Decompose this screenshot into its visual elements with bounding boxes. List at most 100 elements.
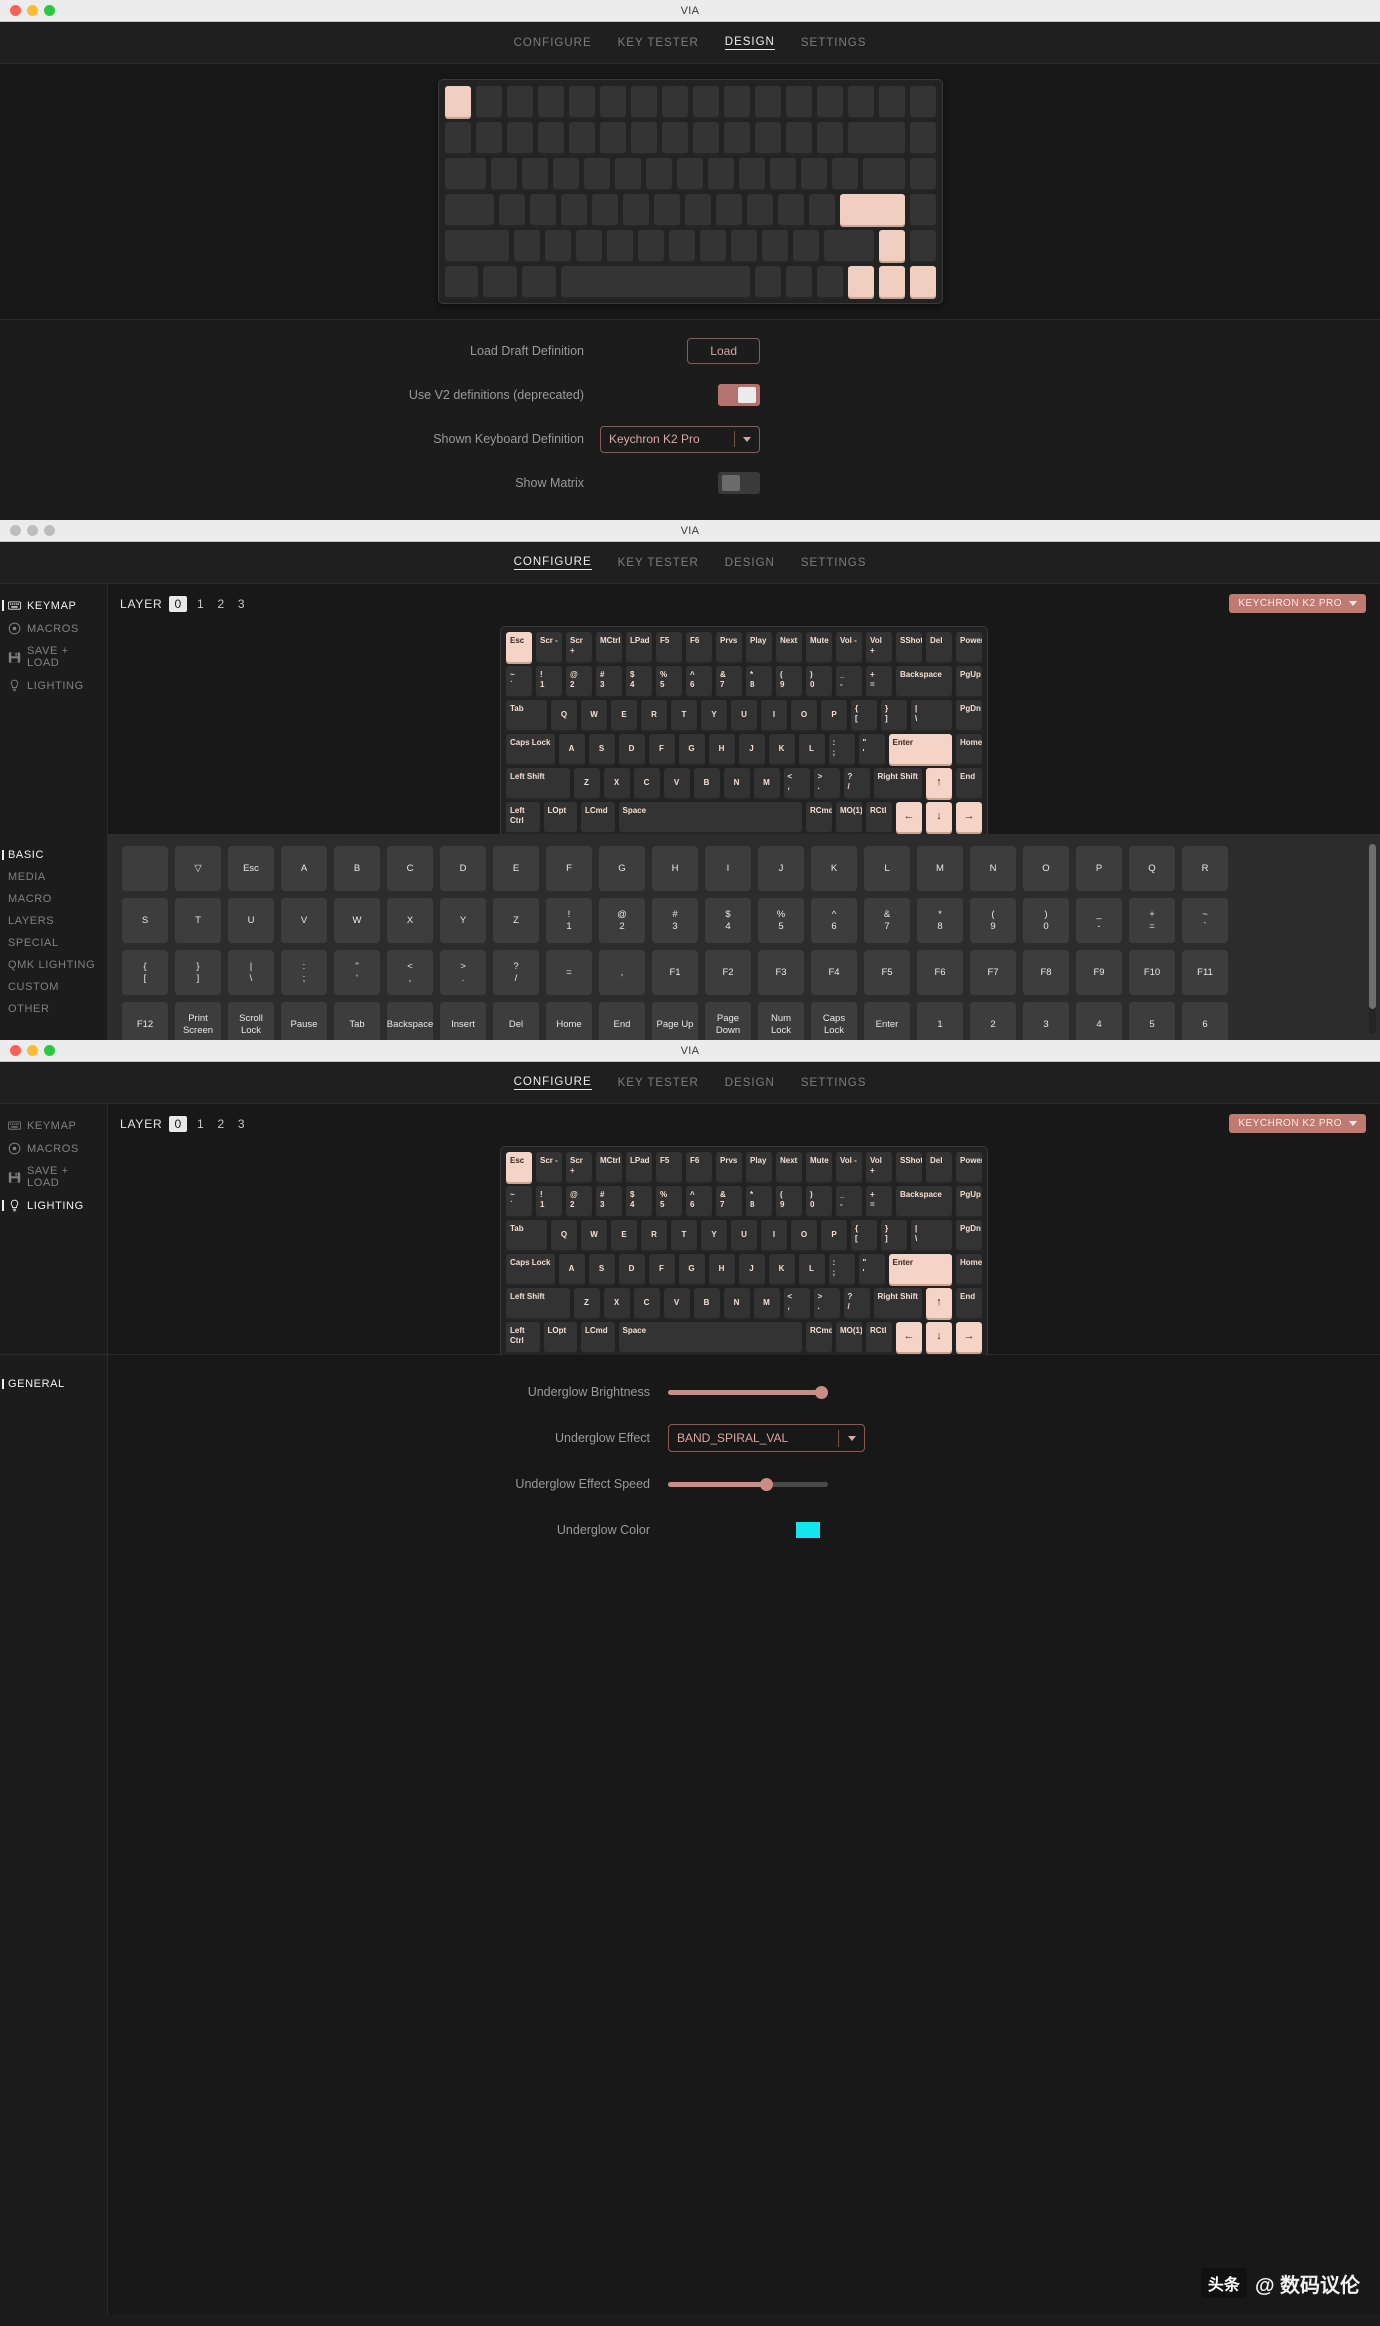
keymap-key[interactable]: & 7 [716, 1186, 742, 1216]
keymap-key[interactable]: $4 [626, 666, 652, 696]
keymap-key[interactable]: A [558, 1254, 585, 1284]
keymap-key[interactable]: Prvs [716, 1152, 742, 1182]
keyboard-key[interactable] [599, 122, 626, 153]
tab-settings[interactable]: SETTINGS [801, 37, 867, 49]
keymap-key[interactable]: SShot [896, 1152, 922, 1182]
keymap-key[interactable]: Caps Lock [506, 734, 555, 764]
keyboard-key[interactable] [816, 122, 843, 153]
keyboard-key[interactable] [522, 158, 548, 189]
keycode-button[interactable]: U [228, 898, 274, 943]
sidebar-item-media[interactable]: MEDIA [0, 866, 107, 888]
keyboard-key-highlighted[interactable] [839, 194, 905, 225]
keyboard-key[interactable] [824, 230, 874, 261]
keycode-button[interactable]: I [705, 846, 751, 891]
keyboard-key[interactable] [816, 266, 843, 297]
keyboard-key[interactable] [847, 122, 905, 153]
show-matrix-toggle[interactable] [718, 472, 760, 494]
keyboard-selector-badge[interactable]: KEYCHRON K2 PRO [1229, 1114, 1366, 1133]
keymap-key[interactable]: Next [776, 632, 802, 662]
keyboard-key[interactable] [793, 230, 820, 261]
keymap-key[interactable]: B [693, 1288, 720, 1318]
keymap-key-selected[interactable]: ↑ [926, 768, 952, 798]
keyboard-key[interactable] [785, 86, 812, 117]
sidebar-item-macros[interactable]: MACROS [0, 617, 107, 640]
keymap-key[interactable]: D [618, 1254, 645, 1284]
keycode-button[interactable]: G [599, 846, 645, 891]
keymap-key[interactable]: LCmd [581, 802, 615, 832]
keycode-button[interactable]: " ' [334, 950, 380, 995]
keycode-button[interactable]: (9 [970, 898, 1016, 943]
keymap-key[interactable]: Tab [506, 700, 547, 730]
keycode-button[interactable]: M [917, 846, 963, 891]
keymap-key[interactable]: {[ [851, 1220, 877, 1250]
keymap-key[interactable]: M [753, 1288, 780, 1318]
keymap-key[interactable]: P [821, 700, 847, 730]
keycode-button[interactable]: Caps Lock [811, 1002, 857, 1040]
keyboard-key[interactable] [816, 86, 843, 117]
keymap-key[interactable]: * 8 [746, 666, 772, 696]
keyboard-key[interactable] [754, 86, 781, 117]
keyboard-key[interactable] [754, 122, 781, 153]
keymap-key[interactable]: K [768, 734, 795, 764]
keycode-button[interactable]: S [122, 898, 168, 943]
keycode-button[interactable]: W [334, 898, 380, 943]
keycode-button[interactable]: A [281, 846, 327, 891]
keymap-key[interactable]: Home [956, 734, 982, 764]
keyboard-key[interactable] [522, 266, 556, 297]
keycode-button[interactable]: ^ 6 [811, 898, 857, 943]
keymap-key[interactable]: LCmd [581, 1322, 615, 1352]
keymap-key[interactable]: RCmd [806, 1322, 832, 1352]
keymap-key[interactable]: M [753, 768, 780, 798]
keymap-key[interactable]: RCmd [806, 802, 832, 832]
keyboard-key[interactable] [537, 86, 564, 117]
keymap-key[interactable]: Backspace [896, 1186, 952, 1216]
keyboard-key[interactable] [444, 158, 486, 189]
keymap-key[interactable]: K [768, 1254, 795, 1284]
keymap-key[interactable]: | \ [911, 700, 952, 730]
keycode-button[interactable]: Y [440, 898, 486, 943]
keymap-key[interactable]: W [581, 1220, 607, 1250]
keycode-button[interactable]: Home [546, 1002, 592, 1040]
keyboard-key[interactable] [615, 158, 641, 189]
keycode-button[interactable]: 6 [1182, 1002, 1228, 1040]
keymap-key[interactable]: PgUp [956, 666, 982, 696]
keycode-button[interactable] [122, 846, 168, 891]
scrollbar-thumb[interactable] [1369, 844, 1376, 1009]
keymap-key[interactable]: Space [618, 1322, 802, 1352]
keyboard-key[interactable] [677, 158, 703, 189]
keymap-key[interactable]: Power [956, 632, 982, 662]
tab-configure[interactable]: CONFIGURE [513, 1076, 592, 1090]
keycode-button[interactable]: Backspace [387, 1002, 433, 1040]
keyboard-key[interactable] [444, 122, 471, 153]
keyboard-key-highlighted[interactable] [878, 230, 905, 261]
layer-tab-2[interactable]: 2 [214, 1117, 227, 1131]
keymap-key[interactable]: + = [866, 666, 892, 696]
keymap-key[interactable]: X [603, 1288, 630, 1318]
keymap-key[interactable]: E [611, 700, 637, 730]
keymap-key[interactable]: I [761, 1220, 787, 1250]
keycode-button[interactable]: ) 0 [1023, 898, 1069, 943]
keymap-key[interactable]: C [633, 768, 660, 798]
keymap-key[interactable]: Vol + [866, 632, 892, 662]
keyboard-key[interactable] [646, 158, 672, 189]
keyboard-key[interactable] [832, 158, 858, 189]
keymap-key[interactable]: ^ 6 [686, 666, 712, 696]
keyboard-key[interactable] [909, 230, 936, 261]
keycode-button[interactable]: >. [440, 950, 486, 995]
keymap-key[interactable]: N [723, 768, 750, 798]
keymap-key[interactable]: (9 [776, 666, 802, 696]
sidebar-item-general[interactable]: GENERAL [0, 1373, 107, 1395]
keycode-button[interactable]: F3 [758, 950, 804, 995]
keymap-key[interactable]: Backspace [896, 666, 952, 696]
keyboard-key[interactable] [723, 122, 750, 153]
sidebar-item-special[interactable]: SPECIAL [0, 932, 107, 954]
keymap-key[interactable]: ? / [843, 768, 870, 798]
keymap-key[interactable]: End [956, 1288, 982, 1318]
keycode-button[interactable]: B [334, 846, 380, 891]
keymap-key[interactable]: C [633, 1288, 660, 1318]
keymap-key[interactable]: Y [701, 700, 727, 730]
keymap-key[interactable]: MO(1) [836, 802, 862, 832]
keymap-key[interactable]: F5 [656, 632, 682, 662]
keycode-button[interactable]: F8 [1023, 950, 1069, 995]
keymap-key[interactable]: P [821, 1220, 847, 1250]
